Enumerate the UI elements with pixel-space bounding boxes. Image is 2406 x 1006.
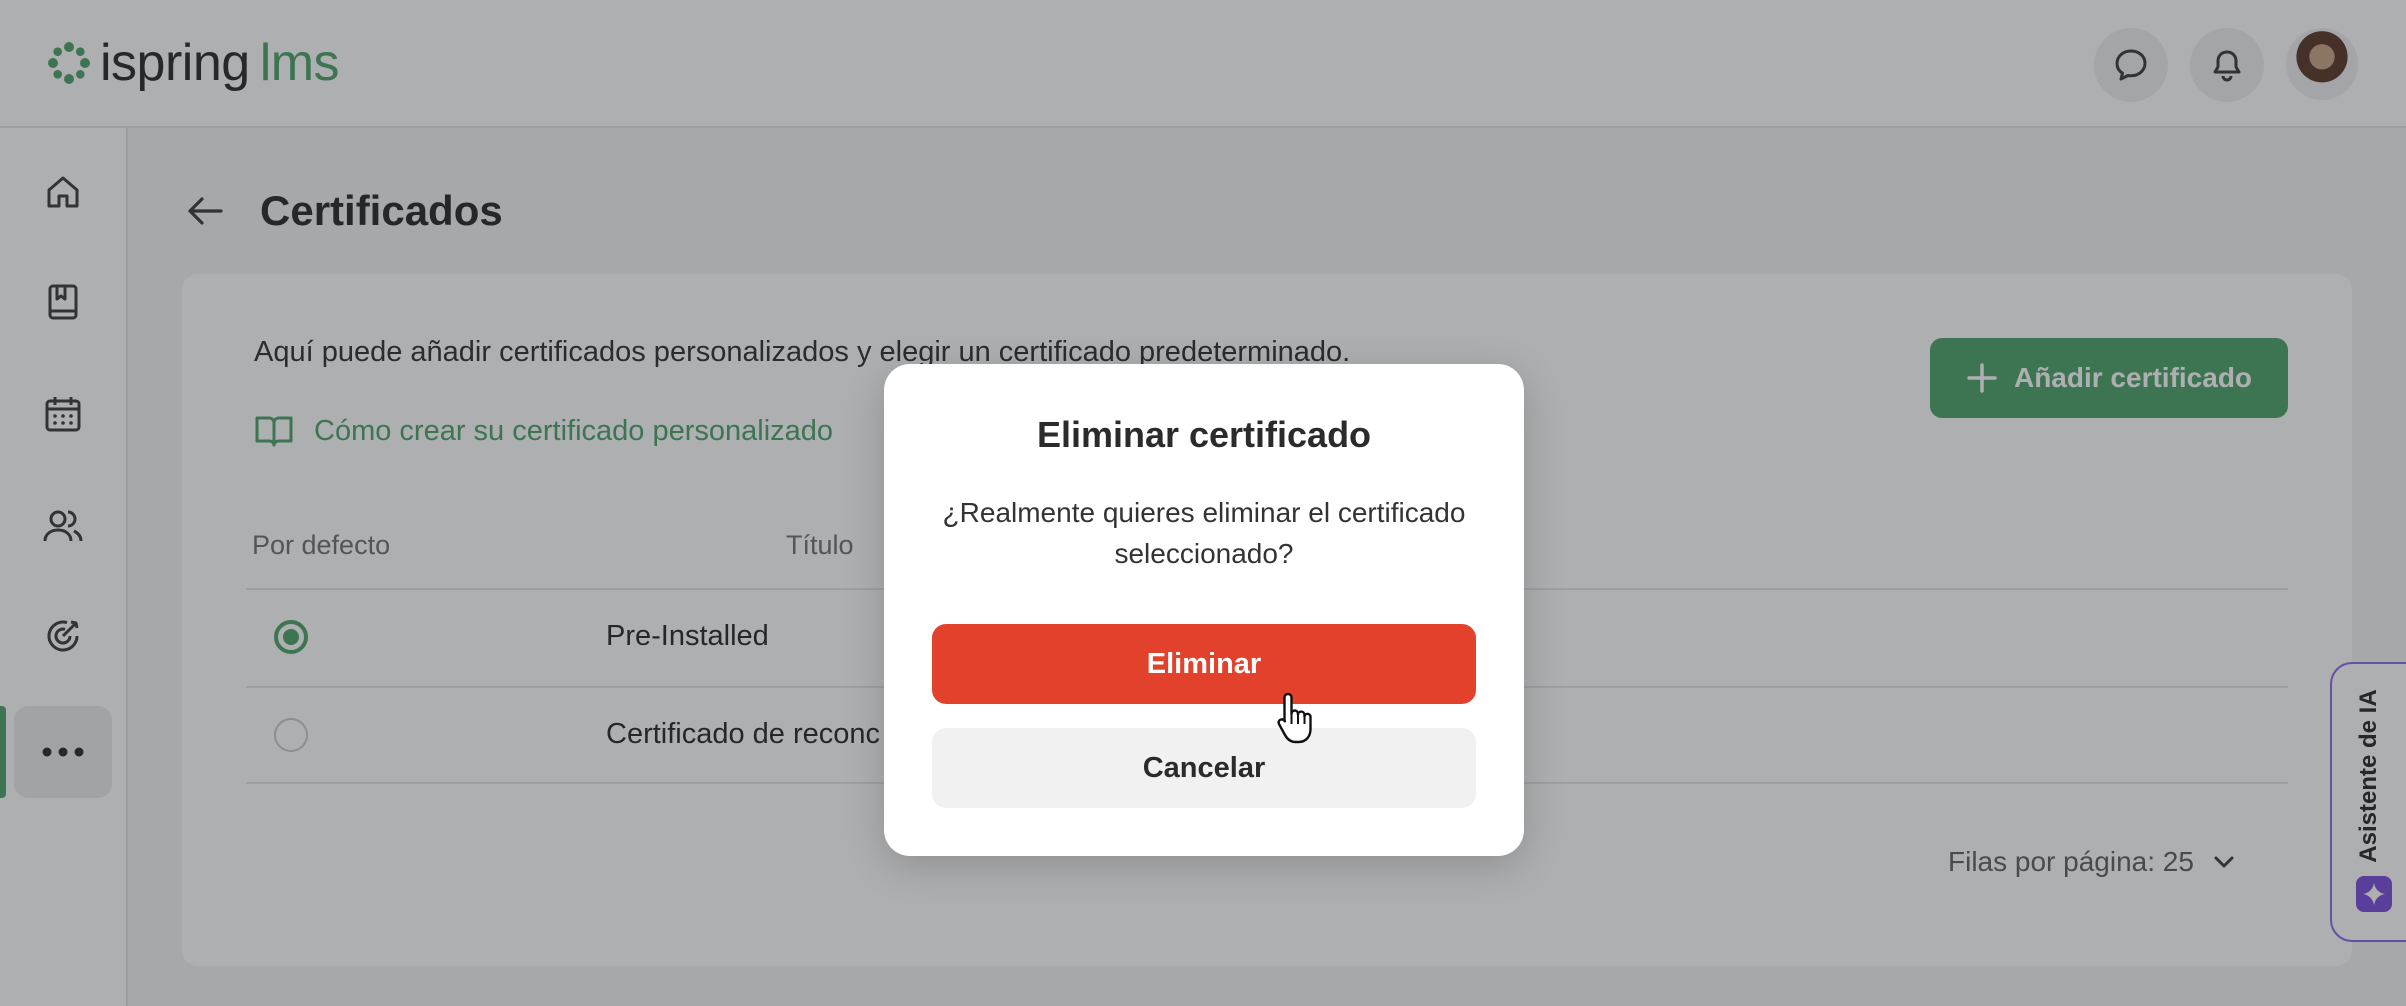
confirm-delete-button[interactable]: Eliminar [932,624,1476,704]
dialog-message: ¿Realmente quieres eliminar el certifica… [942,497,1466,569]
app-root: ispring lms Certificados Aquí puede añad… [0,0,2406,1006]
cancel-button[interactable]: Cancelar [932,728,1476,808]
dialog-title: Eliminar certificado [1036,414,1372,455]
hand-cursor-icon [1277,692,1312,744]
delete-certificate-dialog: Eliminar certificado ¿Realmente quieres … [884,364,1524,856]
